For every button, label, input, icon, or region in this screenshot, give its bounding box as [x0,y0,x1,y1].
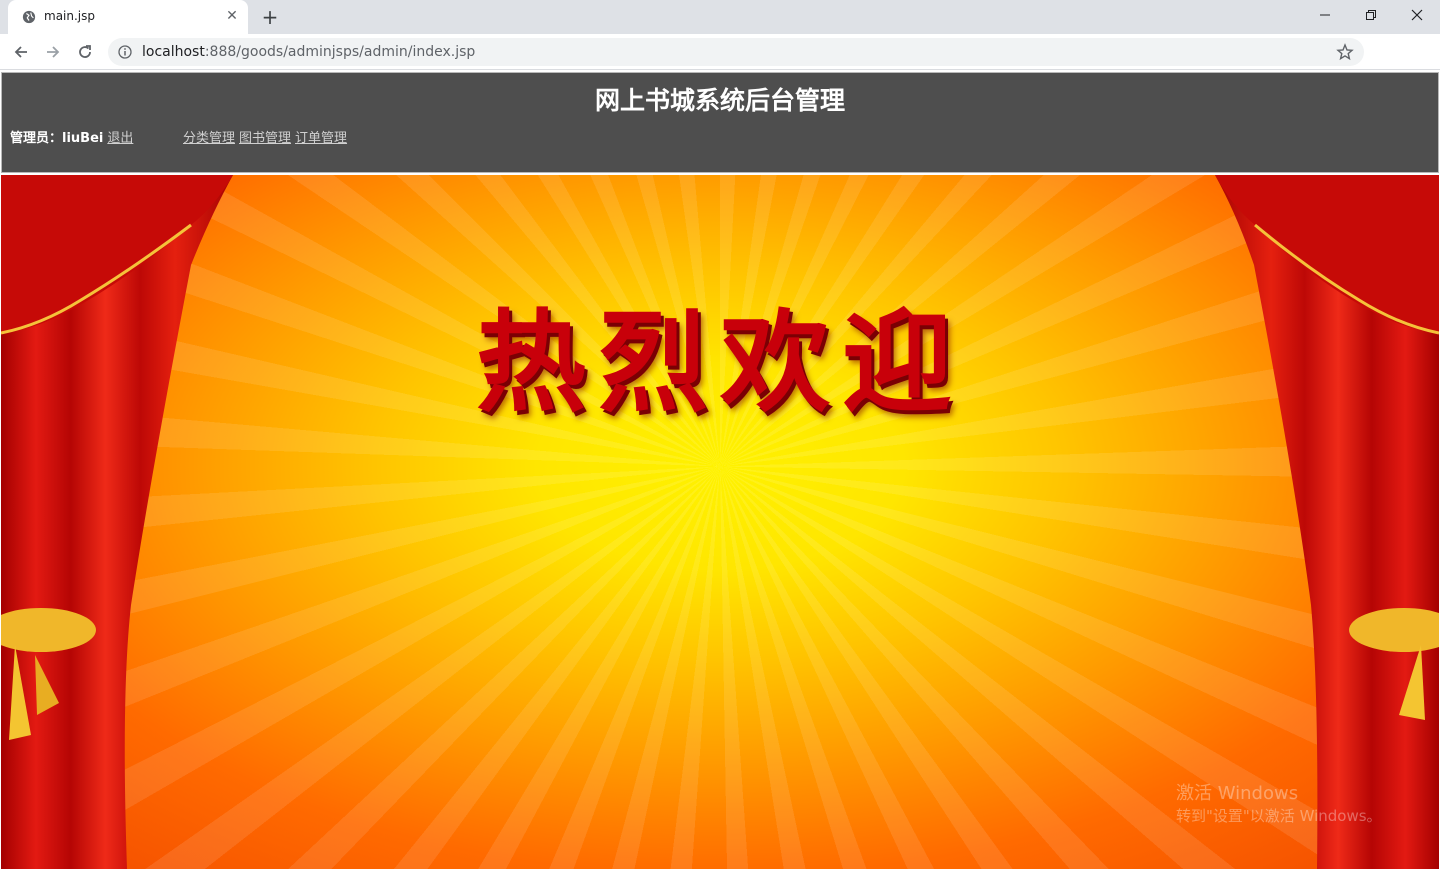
tab-strip: main.jsp ✕ + [0,0,1440,34]
page-title: 网上书城系统后台管理 [594,86,845,115]
menu-link-books[interactable]: 图书管理 [239,131,291,146]
globe-icon [22,10,36,24]
admin-header: 网上书城系统后台管理 管理员：liuBei 退出 分类管理 图书管理 订单管理 [1,72,1439,173]
page-content: 网上书城系统后台管理 管理员：liuBei退出 分类管理图书管理订单管理 [0,71,1440,889]
forward-icon[interactable] [39,38,67,66]
admin-info: 管理员：liuBei 退出 [10,127,133,146]
star-icon[interactable] [1336,43,1354,61]
watermark-line2: 转到"设置"以激活 Windows。 [1176,807,1382,825]
watermark-line1: 激活 Windows [1176,783,1299,804]
tab-title: main.jsp [44,9,95,23]
admin-label: 管理员：liuBei [10,131,104,146]
restore-icon[interactable] [1348,0,1394,30]
browser-toolbar: localhost:888/goods/adminjsps/admin/inde… [0,34,1440,96]
back-icon[interactable] [7,38,35,66]
tab-close-icon[interactable]: ✕ [224,8,240,24]
info-icon[interactable] [118,45,132,59]
browser-tab[interactable]: main.jsp ✕ [8,0,248,34]
menu-link-category[interactable]: 分类管理 [183,131,235,146]
url-host: localhost [142,44,205,60]
windows-activation-watermark: 激活 Windows 转到"设置"以激活 Windows。 [1176,783,1382,827]
minimize-icon[interactable] [1302,0,1348,30]
address-bar[interactable]: localhost:888/goods/adminjsps/admin/inde… [108,38,1364,66]
new-tab-button[interactable]: + [258,5,282,29]
welcome-banner: 热烈欢迎 激活 Windows 转到"设置"以激活 Windows。 [1,175,1439,869]
logout-link[interactable]: 退出 [107,131,133,146]
reload-icon[interactable] [71,38,99,66]
welcome-text: 热烈欢迎 [476,298,964,427]
admin-menu: 分类管理 图书管理 订单管理 [183,127,351,146]
url-path: :888/goods/adminjsps/admin/index.jsp [204,44,476,60]
menu-link-orders[interactable]: 订单管理 [295,131,347,146]
url-text[interactable]: localhost:888/goods/adminjsps/admin/inde… [142,44,475,60]
window-close-icon[interactable] [1394,0,1440,30]
